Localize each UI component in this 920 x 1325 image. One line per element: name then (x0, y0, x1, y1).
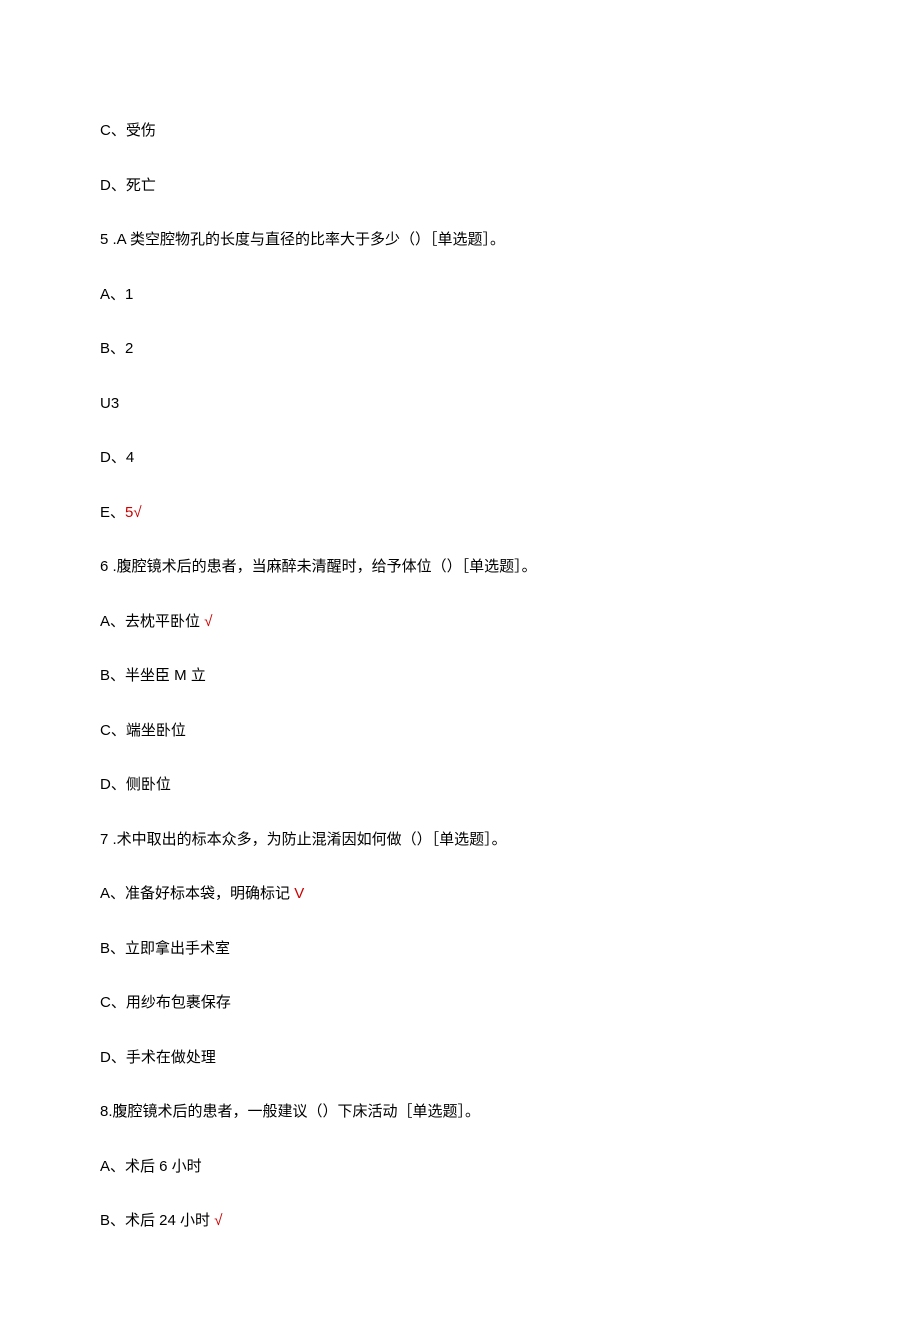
text-line: B、术后 24 小时 √ (100, 1210, 820, 1233)
text-line: D、4 (100, 447, 820, 470)
text-line: 5 .A 类空腔物孔的长度与直径的比率大于多少（）［单选题］。 (100, 229, 820, 252)
line-text: 7 .术中取出的标本众多，为防止混淆因如何做（）［单选题］。 (100, 831, 507, 848)
text-line: E、5√ (100, 502, 820, 525)
line-text: B、半坐臣 M 立 (100, 667, 206, 684)
text-line: U3 (100, 393, 820, 416)
line-text: E、 (100, 504, 125, 521)
text-line: D、侧卧位 (100, 774, 820, 797)
correct-suffix: 5√ (125, 504, 142, 521)
checkmark-icon: √ (214, 1212, 222, 1229)
text-line: B、半坐臣 M 立 (100, 665, 820, 688)
text-line: 8.腹腔镜术后的患者，一般建议（）下床活动［单选题］。 (100, 1101, 820, 1124)
text-line: A、1 (100, 284, 820, 307)
line-text: D、侧卧位 (100, 776, 171, 793)
checkmark-icon: √ (204, 613, 212, 630)
text-line: 6 .腹腔镜术后的患者，当麻醉未清醒时，给予体位（）［单选题］。 (100, 556, 820, 579)
text-line: D、手术在做处理 (100, 1047, 820, 1070)
line-text: C、端坐卧位 (100, 722, 186, 739)
line-text: A、1 (100, 286, 133, 303)
text-line: C、用纱布包裹保存 (100, 992, 820, 1015)
text-line: A、去枕平卧位 √ (100, 611, 820, 634)
line-text: D、4 (100, 449, 134, 466)
line-text: D、手术在做处理 (100, 1049, 216, 1066)
line-text: A、去枕平卧位 (100, 613, 204, 630)
line-text: 5 .A 类空腔物孔的长度与直径的比率大于多少（）［单选题］。 (100, 231, 505, 248)
text-line: B、立即拿出手术室 (100, 938, 820, 961)
text-line: C、端坐卧位 (100, 720, 820, 743)
checkmark-icon: V (294, 885, 304, 902)
text-line: A、准备好标本袋，明确标记 V (100, 883, 820, 906)
line-text: A、准备好标本袋，明确标记 (100, 885, 294, 902)
text-line: D、死亡 (100, 175, 820, 198)
line-text: B、立即拿出手术室 (100, 940, 230, 957)
line-text: 6 .腹腔镜术后的患者，当麻醉未清醒时，给予体位（）［单选题］。 (100, 558, 537, 575)
text-line: 7 .术中取出的标本众多，为防止混淆因如何做（）［单选题］。 (100, 829, 820, 852)
text-line: B、2 (100, 338, 820, 361)
line-text: A、术后 6 小时 (100, 1158, 202, 1175)
line-text: D、死亡 (100, 177, 156, 194)
line-text: 8.腹腔镜术后的患者，一般建议（）下床活动［单选题］。 (100, 1103, 480, 1120)
text-line: C、受伤 (100, 120, 820, 143)
line-text: C、用纱布包裹保存 (100, 994, 231, 1011)
line-text: B、2 (100, 340, 133, 357)
line-text: B、术后 24 小时 (100, 1212, 214, 1229)
line-text: C、受伤 (100, 122, 156, 139)
text-line: A、术后 6 小时 (100, 1156, 820, 1179)
line-text: U3 (100, 395, 119, 412)
